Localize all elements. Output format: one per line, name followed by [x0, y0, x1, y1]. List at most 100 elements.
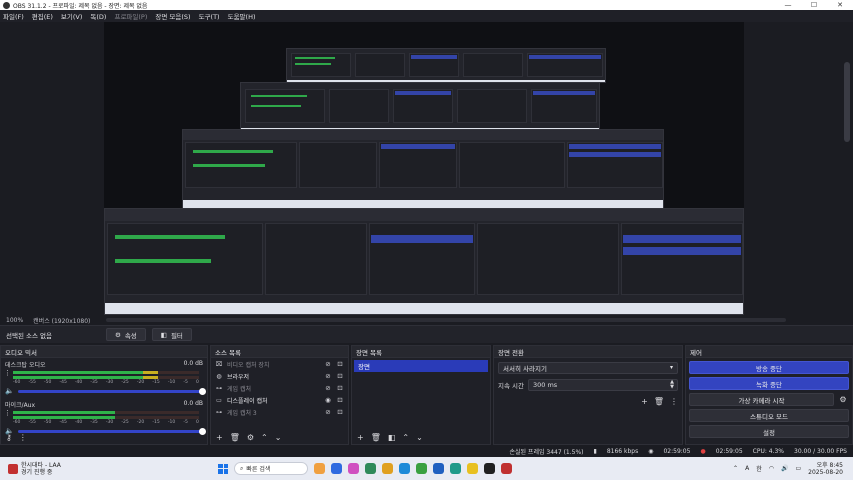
app-icon-5[interactable] — [382, 463, 393, 474]
transition-select[interactable]: 서서히 사라지기 ▾ — [498, 362, 678, 374]
app-icon-9[interactable] — [450, 463, 461, 474]
eye-off-icon[interactable]: ⊘ — [324, 360, 332, 368]
filters-button[interactable]: ◧ 필터 — [151, 328, 192, 341]
app-icon-1[interactable] — [314, 463, 325, 474]
gear-icon[interactable]: ⚙ — [837, 395, 849, 404]
menu-docks[interactable]: 독(D) — [90, 11, 106, 21]
chevron-up-icon[interactable]: ⌃ — [733, 465, 738, 472]
scene-item[interactable]: 장면 — [354, 360, 488, 372]
stop-streaming-button[interactable]: 방송 중단 — [689, 361, 849, 374]
add-icon[interactable]: + — [641, 397, 648, 406]
wifi-icon[interactable]: ◠ — [769, 465, 774, 472]
preview-area[interactable] — [0, 22, 853, 315]
lock-icon[interactable]: ⊡ — [336, 360, 344, 368]
tray-lang[interactable]: A — [745, 465, 749, 472]
start-virtual-camera-button[interactable]: 가상 카메라 시작 — [689, 393, 834, 406]
menu-edit[interactable]: 편집(E) — [32, 11, 53, 21]
close-button[interactable]: ✕ — [827, 1, 853, 9]
taskbar-search[interactable]: ⌕ 빠른 검색 — [234, 462, 308, 475]
scenes-dock: 장면 목록 장면 + 🗑 ◧ ⌃ ⌄ — [351, 345, 491, 445]
studio-mode-button[interactable]: 스튜디오 모드 — [689, 409, 849, 422]
windows-start-icon[interactable] — [218, 463, 228, 474]
meter-scale: -60 -55 -50 -45 -40 -35 -30 -25 -20 -15 -10 -5 0 — [13, 380, 199, 385]
properties-button[interactable]: ⚙ 속성 — [106, 328, 146, 341]
source-item[interactable]: ◍ 브라우저 ⊘ ⊡ — [211, 370, 348, 382]
chevron-down-icon[interactable]: ⌄ — [275, 433, 282, 442]
volume-slider-knob[interactable] — [199, 387, 206, 395]
menu-tools[interactable]: 도구(T) — [199, 11, 220, 21]
scale-tick: -50 — [43, 420, 52, 425]
lock-icon[interactable]: ⊡ — [336, 372, 344, 380]
filter-icon[interactable]: ◧ — [388, 433, 396, 442]
settings-button[interactable]: 설정 — [689, 425, 849, 438]
app-icon-10[interactable] — [467, 463, 478, 474]
more-menu-icon[interactable]: ⋮ — [670, 397, 678, 406]
zoom-level[interactable]: 100% — [6, 317, 23, 324]
app-icon-8[interactable] — [433, 463, 444, 474]
source-item[interactable]: ⌧ 비디오 캡처 장치 ⊘ ⊡ — [211, 358, 348, 370]
eye-off-icon[interactable]: ⊘ — [324, 384, 332, 392]
menu-file[interactable]: 파일(F) — [3, 11, 24, 21]
lock-icon[interactable]: ⊡ — [336, 384, 344, 392]
source-item[interactable]: ⊶ 게임 캡처 ⊘ ⊡ — [211, 382, 348, 394]
volume-slider[interactable] — [17, 387, 206, 395]
lock-icon[interactable]: ⊡ — [336, 396, 344, 404]
scale-tick: -35 — [90, 380, 98, 385]
widget-news[interactable]: 한시대타 - LAA 경기 진행 중 — [8, 462, 128, 476]
gamepad-icon: ⊶ — [216, 384, 222, 392]
lock-icon[interactable]: ⊡ — [336, 408, 344, 416]
preview-canvas[interactable] — [104, 22, 744, 315]
menu-bar: 파일(F) 편집(E) 보기(V) 독(D) 프로파일(P) 장면 모음(S) … — [0, 10, 853, 22]
cpu-usage: CPU: 4.3% — [752, 447, 785, 455]
app-icon-7[interactable] — [416, 463, 427, 474]
app-icon-3[interactable] — [348, 463, 359, 474]
volume-meter — [13, 416, 199, 419]
app-icon-6[interactable] — [399, 463, 410, 474]
obs-app-icon[interactable] — [501, 463, 512, 474]
scrollbar-thumb[interactable] — [844, 62, 850, 142]
tray-ime[interactable]: 한 — [756, 464, 762, 473]
nested-screen-3 — [240, 82, 600, 134]
more-menu-icon[interactable]: ⋮ — [19, 433, 27, 442]
trash-icon[interactable]: 🗑 — [654, 397, 664, 406]
minimize-button[interactable]: — — [775, 1, 801, 9]
trash-icon[interactable]: 🗑 — [230, 433, 240, 442]
menu-help[interactable]: 도움말(H) — [228, 11, 256, 21]
app-icon-2[interactable] — [331, 463, 342, 474]
app-icon-11[interactable] — [484, 463, 495, 474]
spinner-icon[interactable]: ▲ ▼ — [670, 380, 674, 390]
volume-icon[interactable]: 🔊 — [781, 465, 788, 472]
source-item[interactable]: ⊶ 게임 캡처 3 ⊘ ⊡ — [211, 406, 348, 418]
chevron-up-icon[interactable]: ⌃ — [261, 433, 268, 442]
preview-h-scrollbar[interactable] — [106, 318, 787, 322]
gear-icon[interactable]: ⚙ — [247, 433, 254, 442]
advanced-audio-icon[interactable]: ⚷ — [6, 433, 12, 442]
channel-menu-icon[interactable]: ⋮ — [4, 409, 11, 417]
add-icon[interactable]: + — [357, 433, 364, 442]
battery-icon[interactable]: ▭ — [795, 465, 801, 472]
globe-icon: ◍ — [216, 372, 222, 380]
eye-icon[interactable]: ◉ — [324, 396, 332, 404]
eye-off-icon[interactable]: ⊘ — [324, 408, 332, 416]
chevron-down-icon[interactable]: ⌄ — [416, 433, 423, 442]
channel-db: 0.0 dB — [183, 360, 203, 367]
clock[interactable]: 오후 8:45 2025-08-20 — [808, 462, 843, 476]
virtual-camera-row: 가상 카메라 시작 ⚙ — [689, 393, 849, 406]
source-item[interactable]: ▭ 디스플레이 캡처 ◉ ⊡ — [211, 394, 348, 406]
menu-profile[interactable]: 프로파일(P) — [114, 11, 147, 21]
app-icon-4[interactable] — [365, 463, 376, 474]
menu-scene-collection[interactable]: 장면 모음(S) — [155, 11, 190, 21]
channel-menu-icon[interactable]: ⋮ — [4, 369, 11, 377]
scenes-toolbar: + 🗑 ◧ ⌃ ⌄ — [352, 430, 490, 444]
stop-recording-button[interactable]: 녹화 중단 — [689, 377, 849, 390]
scale-tick: -55 — [28, 380, 36, 385]
menu-view[interactable]: 보기(V) — [61, 11, 82, 21]
speaker-icon[interactable]: 🔈 — [5, 387, 14, 395]
add-icon[interactable]: + — [216, 433, 223, 442]
maximize-button[interactable]: ☐ — [801, 1, 827, 9]
trash-icon[interactable]: 🗑 — [371, 433, 381, 442]
chevron-up-icon[interactable]: ⌃ — [402, 433, 409, 442]
duration-input[interactable]: 300 ms ▲ ▼ — [528, 379, 678, 391]
preview-scrollbar[interactable] — [841, 22, 853, 315]
eye-off-icon[interactable]: ⊘ — [324, 372, 332, 380]
